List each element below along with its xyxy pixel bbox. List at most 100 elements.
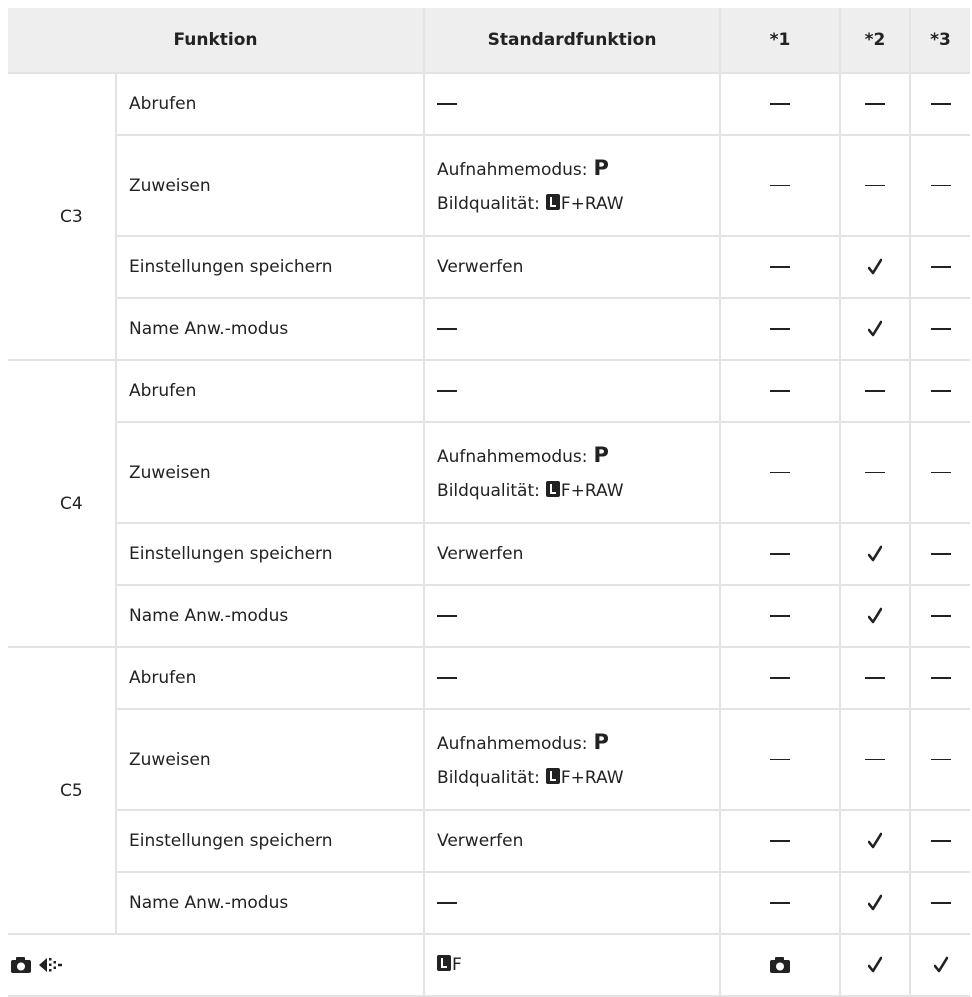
function-label: Abrufen xyxy=(116,647,426,710)
col-1-cell xyxy=(720,135,842,237)
col-3-dash xyxy=(930,390,951,392)
col-1-dash xyxy=(770,553,791,555)
col-2-cell xyxy=(840,934,912,997)
table-row: Einstellungen speichern Verwerfen xyxy=(8,523,971,586)
table-row: Name Anw.-modus xyxy=(8,872,971,935)
col-2-dash xyxy=(865,758,886,761)
mode-value: P xyxy=(593,729,609,754)
header-funktion: Funktion xyxy=(8,8,426,74)
col-3-dash xyxy=(930,266,951,268)
col-2-cell xyxy=(840,360,912,423)
default-text: Verwerfen xyxy=(437,831,524,851)
function-label: Einstellungen speichern xyxy=(116,236,426,299)
col-2-check-icon xyxy=(868,832,883,849)
col-3-dash xyxy=(930,615,951,617)
col-2-cell xyxy=(840,647,912,710)
col-3-dash xyxy=(930,184,951,187)
col-1-dash xyxy=(770,390,791,392)
col-2-dash xyxy=(865,390,886,392)
col-1-dash xyxy=(770,471,791,474)
col-1-cell xyxy=(720,360,842,423)
col-2-cell xyxy=(840,810,912,873)
col-3-cell xyxy=(910,236,971,299)
col-2-check-icon xyxy=(868,894,883,911)
col-3-cell xyxy=(910,872,971,935)
group-label: C5 xyxy=(48,647,117,935)
col-1-camera-icon xyxy=(770,957,791,973)
group-label: C4 xyxy=(48,360,117,648)
default-dash xyxy=(437,328,458,330)
function-label: Zuweisen xyxy=(116,709,426,811)
col-1-cell xyxy=(720,298,842,361)
col-1-dash xyxy=(770,103,791,105)
large-size-icon xyxy=(437,955,452,971)
col-1-dash xyxy=(770,266,791,268)
col-2-cell xyxy=(840,585,912,648)
function-label: Zuweisen xyxy=(116,135,426,237)
col-1-dash xyxy=(770,328,791,330)
quality-label: Bildqualität: xyxy=(437,193,540,214)
function-label: Name Anw.-modus xyxy=(116,872,426,935)
col-1-dash xyxy=(770,902,791,904)
col-3-dash xyxy=(930,103,951,105)
function-label: Abrufen xyxy=(116,360,426,423)
col-2-cell xyxy=(840,135,912,237)
default-value: Aufnahmemodus: P Bildqualität: F+RAW xyxy=(424,422,722,524)
col-3-cell xyxy=(910,810,971,873)
col-2-dash xyxy=(865,471,886,474)
col-2-cell xyxy=(840,523,912,586)
default-value xyxy=(424,647,722,710)
header-col-1: *1 xyxy=(720,8,842,74)
col-2-dash xyxy=(865,677,886,679)
table-row: Einstellungen speichern Verwerfen xyxy=(8,810,971,873)
table-row: Einstellungen speichern Verwerfen xyxy=(8,236,971,299)
col-3-dash xyxy=(930,553,951,555)
col-2-cell xyxy=(840,709,912,811)
col-1-dash xyxy=(770,840,791,842)
default-value xyxy=(424,872,722,935)
col-3-dash xyxy=(930,677,951,679)
mode-value: P xyxy=(593,155,609,180)
col-3-dash xyxy=(930,758,951,761)
col-3-cell xyxy=(910,585,971,648)
col-1-cell xyxy=(720,236,842,299)
col-3-cell xyxy=(910,298,971,361)
function-label: Einstellungen speichern xyxy=(116,810,426,873)
col-1-cell xyxy=(720,523,842,586)
col-2-cell xyxy=(840,73,912,136)
table-row: C4 Abrufen xyxy=(8,360,971,648)
default-text: Verwerfen xyxy=(437,544,524,564)
default-value xyxy=(424,360,722,423)
col-1-cell xyxy=(720,585,842,648)
col-1-cell xyxy=(720,872,842,935)
shooting-mode-icons xyxy=(8,934,426,997)
default-value: Aufnahmemodus: P Bildqualität: F+RAW xyxy=(424,135,722,237)
table-row-shooting-mode: F xyxy=(8,934,971,997)
col-2-cell xyxy=(840,236,912,299)
quality-value: F+RAW xyxy=(560,480,624,501)
col-2-check-icon xyxy=(868,956,883,973)
table-row: C3 Abrufen xyxy=(8,73,971,361)
col-2-dash xyxy=(865,103,886,105)
col-1-cell xyxy=(720,709,842,811)
default-text: Verwerfen xyxy=(437,257,524,277)
col-3-dash xyxy=(930,902,951,904)
table-row: Zuweisen Aufnahmemodus: P Bildqualität: F+RA… xyxy=(8,135,971,237)
col-1-dash xyxy=(770,615,791,617)
col-3-cell xyxy=(910,709,971,811)
default-dash xyxy=(437,103,458,105)
col-3-cell xyxy=(910,360,971,423)
large-size-icon xyxy=(545,480,560,497)
group-label: C3 xyxy=(48,73,117,361)
col-1-cell xyxy=(720,422,842,524)
table-row: Name Anw.-modus xyxy=(8,298,971,361)
default-dash xyxy=(437,902,458,904)
mode-label: Aufnahmemodus: xyxy=(437,446,588,467)
col-3-check-icon xyxy=(933,956,948,973)
col-1-cell xyxy=(720,73,842,136)
col-3-dash xyxy=(930,328,951,330)
large-size-icon xyxy=(545,193,560,210)
col-2-check-icon xyxy=(868,545,883,562)
mode-value: P xyxy=(593,442,609,467)
function-label: Abrufen xyxy=(116,73,426,136)
